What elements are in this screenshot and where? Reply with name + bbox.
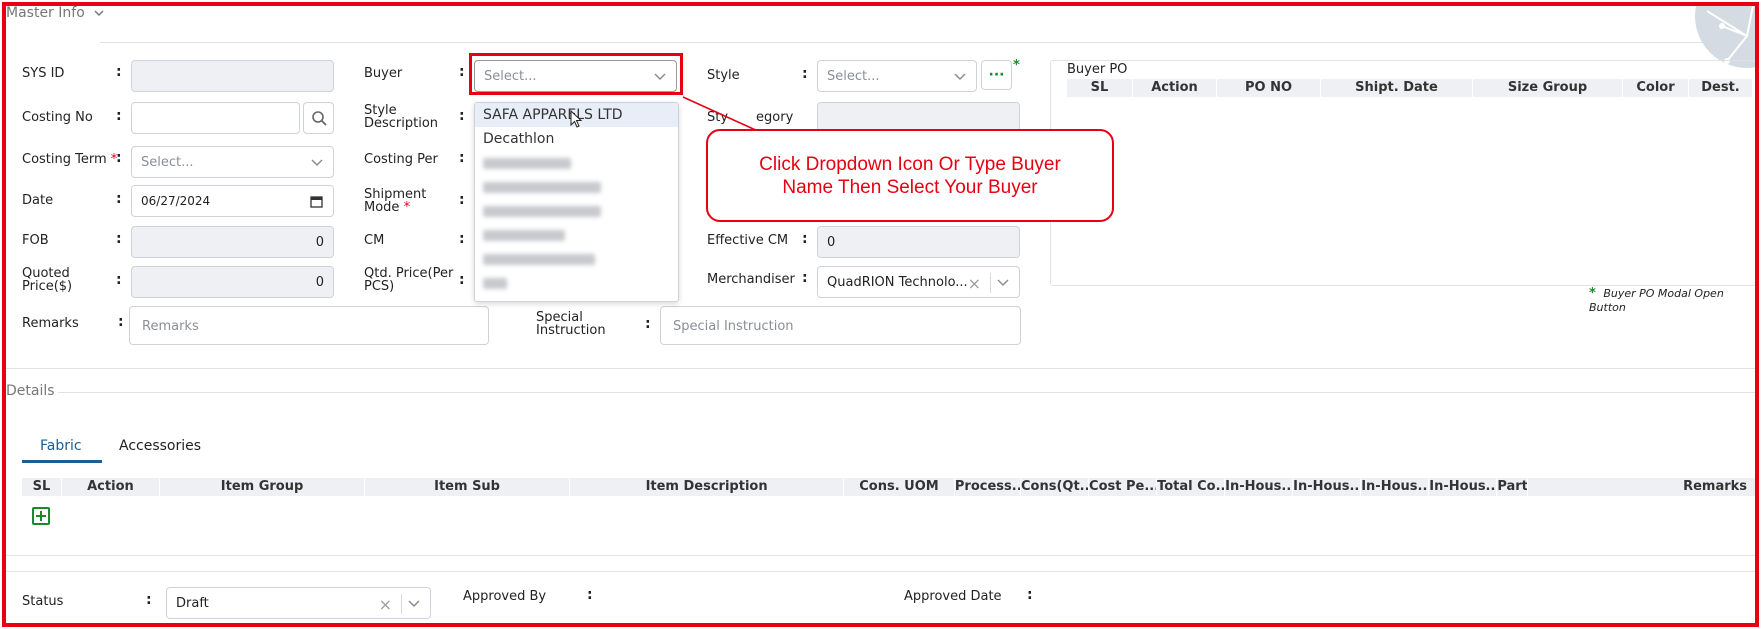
callout-line2: Name Then Select Your Buyer xyxy=(782,176,1038,198)
mouse-cursor-icon xyxy=(570,110,583,128)
instruction-callout: Click Dropdown Icon Or Type Buyer Name Th… xyxy=(706,129,1114,222)
callout-pointer xyxy=(682,96,761,133)
callout-line1: Click Dropdown Icon Or Type Buyer xyxy=(759,153,1061,175)
